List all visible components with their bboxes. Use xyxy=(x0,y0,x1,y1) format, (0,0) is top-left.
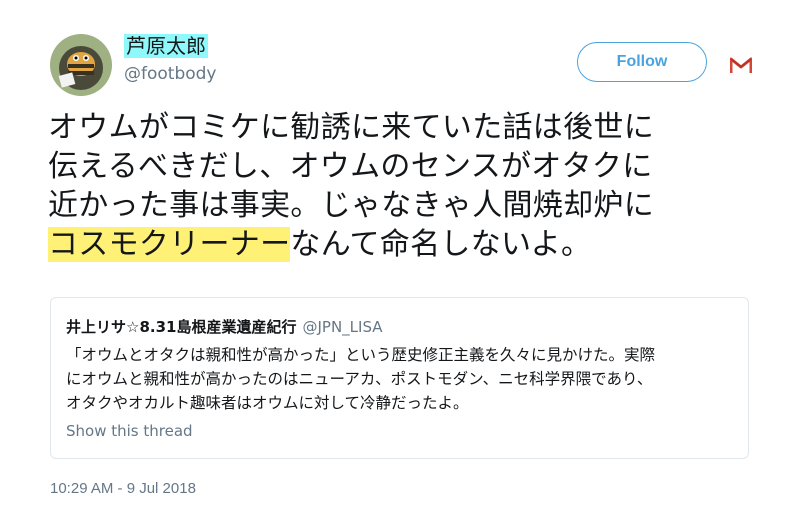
tweet-line: コスモクリーナーなんて命名しないよ。 xyxy=(48,225,788,264)
highlighted-phrase: コスモクリーナー xyxy=(48,227,291,262)
author-display-name[interactable]: 芦原太郎 xyxy=(124,34,208,58)
tweet-line: オウムがコミケに勧誘に来ていた話は後世に xyxy=(48,110,654,145)
tweet-text: オウムがコミケに勧誘に来ていた話は後世に 伝えるべきだし、オウムのセンスがオタク… xyxy=(48,108,788,264)
tweet-line: 近かった事は事実。じゃなきゃ人間焼却炉に xyxy=(48,188,654,223)
quoted-tweet-card[interactable]: 井上リサ☆8.31島根産業遺産紀行 @JPN_LISA 「オウムとオタクは親和性が… xyxy=(50,297,749,459)
gmail-m-icon[interactable] xyxy=(730,56,752,74)
avatar[interactable] xyxy=(50,34,112,96)
tweet-timestamp[interactable]: 10:29 AM - 9 Jul 2018 xyxy=(50,480,196,497)
quoted-tweet-header: 井上リサ☆8.31島根産業遺産紀行 @JPN_LISA xyxy=(66,318,383,336)
quoted-author-username: @JPN_LISA xyxy=(302,318,383,336)
tweet-line-rest: なんて命名しないよ。 xyxy=(290,227,592,262)
show-thread-link[interactable]: Show this thread xyxy=(66,422,193,440)
quoted-author-name: 井上リサ☆8.31島根産業遺産紀行 xyxy=(66,318,297,336)
follow-button[interactable]: Follow xyxy=(577,42,707,82)
quoted-line: 「オウムとオタクは親和性が高かった」という歴史修正主義を久々に見かけた。実際 xyxy=(66,346,656,364)
quoted-line: にオウムと親和性が高かったのはニューアカ、ポストモダン、ニセ科学界隈であり、 xyxy=(66,370,653,388)
author-username[interactable]: @footbody xyxy=(124,64,217,84)
bee-character-avatar-icon xyxy=(50,34,112,96)
quoted-tweet-text: 「オウムとオタクは親和性が高かった」という歴史修正主義を久々に見かけた。実際 に… xyxy=(66,343,736,415)
tweet-line: 伝えるべきだし、オウムのセンスがオタクに xyxy=(48,149,653,184)
quoted-line: オタクやオカルト趣味者はオウムに対して冷静だったよ。 xyxy=(66,394,469,412)
